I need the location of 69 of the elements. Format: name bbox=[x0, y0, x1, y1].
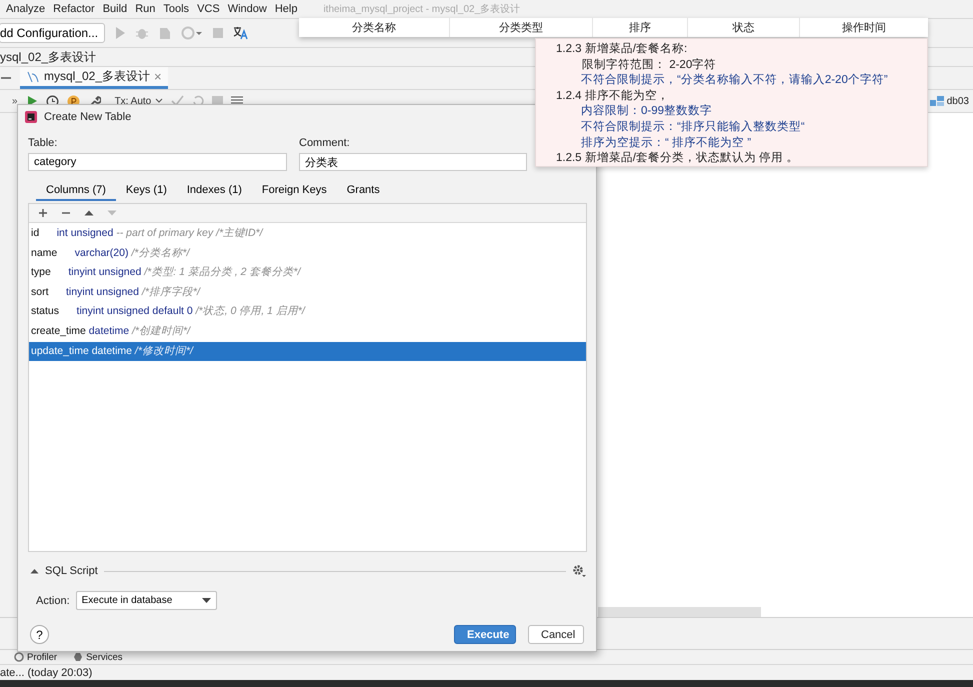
tab[interactable]: Indexes (1) bbox=[176, 181, 252, 201]
column-header: 分类名称 bbox=[299, 18, 450, 37]
column-definition[interactable]: type tinyint unsigned /*类型: 1 菜品分类 , 2 套餐分类*/ bbox=[29, 263, 586, 283]
cancel-button[interactable]: Cancel bbox=[528, 625, 584, 644]
transaction-mode-dropdown[interactable]: Tx: Auto bbox=[114, 96, 164, 106]
translate-icon[interactable] bbox=[233, 26, 250, 40]
sql-script-toggle[interactable]: SQL Script bbox=[30, 565, 98, 577]
app-icon bbox=[24, 110, 38, 124]
menu-item[interactable]: Refactor bbox=[49, 3, 99, 15]
column-definition[interactable]: create_time datetime /*创建时间*/ bbox=[29, 322, 586, 342]
database-icon bbox=[930, 96, 944, 106]
menu-item[interactable]: Window bbox=[224, 3, 271, 15]
tab[interactable]: Keys (1) bbox=[116, 181, 177, 201]
table-label: Table: bbox=[28, 137, 58, 149]
breadcrumb[interactable]: ysql_02_多表设计 bbox=[0, 48, 96, 66]
note-line: 内容限制：0-99整数数字 bbox=[580, 104, 714, 120]
check-icon[interactable] bbox=[171, 95, 184, 107]
note-line: 1.2.3 新增菜品/套餐名称: bbox=[556, 42, 688, 57]
menu-item[interactable]: VCS bbox=[193, 3, 224, 15]
comment-label: Comment: bbox=[299, 137, 351, 149]
column-header: 状态 bbox=[688, 18, 800, 37]
tool-window-button[interactable]: Profiler bbox=[14, 652, 58, 662]
tab[interactable]: Grants bbox=[336, 181, 390, 201]
column-definition[interactable]: status tinyint unsigned default 0 /*状态, 0 停用, 1 启用*/ bbox=[29, 302, 586, 322]
tab[interactable]: Foreign Keys bbox=[252, 181, 337, 201]
tab[interactable]: Columns (7) bbox=[36, 181, 116, 201]
move-up-icon[interactable] bbox=[84, 208, 94, 218]
table-name-field[interactable]: category bbox=[28, 153, 287, 171]
action-dropdown[interactable]: Execute in database bbox=[76, 591, 217, 610]
note-line: 排序为空提示：“ 排序不能为空 ” bbox=[580, 136, 752, 151]
note-line: 1.2.4 排序不能为空， bbox=[556, 88, 670, 104]
window-title: itheima_mysql_project - mysql_02_多表设计 bbox=[322, 2, 522, 16]
note-line: 1.2.5 新增菜品/套餐分类，状态默认为 停用 。 bbox=[556, 151, 800, 166]
column-definition[interactable]: id int unsigned -- part of primary key /*主键ID*/ bbox=[29, 224, 586, 244]
column-header: 分类类型 bbox=[450, 18, 593, 37]
column-definition[interactable]: name varchar(20) /*分类名称*/ bbox=[29, 244, 586, 264]
menu-item[interactable]: Run bbox=[131, 3, 160, 15]
menu-item[interactable]: Help bbox=[270, 3, 302, 15]
action-label: Action: bbox=[36, 594, 70, 606]
dialog-title: Create New Table bbox=[44, 111, 132, 123]
note-line: 限制字符范围： 2-20字符 bbox=[581, 58, 718, 73]
menu-item[interactable]: Build bbox=[98, 3, 132, 15]
more-icon[interactable]: » bbox=[12, 96, 18, 106]
status-message: ate... (today 20:03) bbox=[0, 666, 92, 678]
comment-field[interactable]: 分类表 bbox=[299, 153, 527, 171]
close-icon[interactable]: × bbox=[154, 69, 162, 84]
horizontal-scrollbar[interactable] bbox=[598, 607, 761, 617]
column-definition[interactable]: sort tinyint unsigned /*排序字段*/ bbox=[29, 282, 586, 302]
caret-icon bbox=[202, 598, 211, 603]
console-icon bbox=[26, 70, 40, 84]
help-button[interactable]: ? bbox=[30, 625, 49, 644]
column-header: 操作时间 bbox=[841, 21, 887, 36]
editor-tab[interactable]: mysql_02_多表设计 × bbox=[20, 67, 168, 89]
menu-item[interactable]: Analyze bbox=[2, 3, 50, 15]
collapse-icon bbox=[30, 566, 39, 576]
note-line: 不符合限制提示：“排序只能输入整数类型“ bbox=[580, 120, 806, 135]
run-configuration-button[interactable]: dd Configuration... bbox=[0, 23, 106, 43]
note-line: 不符合限制提示，“分类名称输入不符，请输入2-20个字符” bbox=[580, 73, 889, 88]
caret-icon bbox=[155, 98, 164, 104]
column-definition[interactable]: update_time datetime /*修改时间*/ bbox=[29, 342, 586, 362]
execute-button[interactable]: Execute bbox=[454, 625, 516, 644]
settings-icon[interactable] bbox=[572, 564, 586, 578]
menu-item[interactable]: Tools bbox=[159, 3, 194, 15]
column-header: 排序 bbox=[593, 18, 688, 37]
run-icon[interactable] bbox=[26, 95, 38, 107]
ring-icon bbox=[14, 652, 24, 662]
tool-window-button[interactable]: Services bbox=[73, 652, 123, 662]
datasource-label[interactable]: db03 bbox=[946, 96, 969, 106]
add-icon[interactable] bbox=[38, 208, 48, 218]
